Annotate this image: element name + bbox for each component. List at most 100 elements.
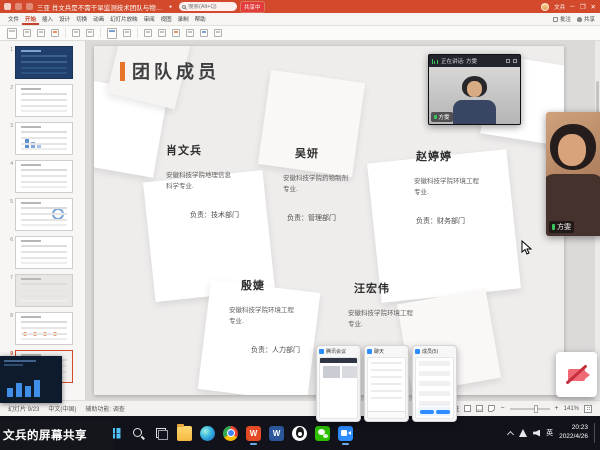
thumbnail-row: 3 (6, 122, 85, 155)
slide-thumbnail-6[interactable] (15, 236, 73, 269)
camera-off-popup[interactable] (556, 352, 597, 397)
cut-icon[interactable] (23, 29, 31, 37)
input-language-indicator[interactable]: 英 (546, 428, 553, 438)
speaker-video: 方雯 (429, 67, 520, 124)
wps-icon[interactable] (246, 426, 261, 441)
redo-icon[interactable] (86, 29, 94, 37)
find-icon[interactable] (214, 29, 222, 37)
member-duty: 负责：技术部门 (190, 210, 250, 220)
bold-icon[interactable] (158, 29, 166, 37)
zoom-in-button[interactable]: + (555, 405, 559, 412)
preview-title: 成员(5) (422, 348, 438, 355)
slide-thumbnail-7[interactable] (15, 274, 73, 307)
network-icon[interactable] (519, 429, 527, 437)
format-painter-icon[interactable] (51, 29, 59, 37)
member-name: 肖文兵 (166, 142, 250, 158)
share-button[interactable]: 共享 (577, 15, 595, 23)
member-name: 赵婷婷 (416, 148, 498, 164)
team-member-2: 吴妍 安徽科技学院药物制剂专业. 负责：管理部门 (283, 145, 367, 223)
zoom-slider-knob[interactable] (534, 405, 538, 413)
save-icon[interactable] (15, 3, 22, 10)
language-indicator[interactable]: 中文(中国) (48, 404, 76, 413)
tab-animations[interactable]: 动画 (90, 13, 107, 25)
member-major: 安徽科技学院环境工程专业. (414, 176, 484, 198)
comment-icon (553, 17, 558, 22)
new-slide-icon[interactable] (107, 28, 117, 39)
tab-insert[interactable]: 插入 (39, 13, 56, 25)
copy-icon[interactable] (37, 29, 45, 37)
slide-thumbnail-2[interactable] (15, 84, 73, 117)
maximize-button[interactable]: ❐ (580, 3, 586, 11)
user-avatar[interactable] (541, 3, 549, 11)
speaker-window-title: 正在讲话: 方雯 (441, 57, 477, 65)
wechat-icon[interactable] (315, 426, 330, 441)
normal-view-icon[interactable] (464, 405, 471, 412)
layout-icon[interactable] (123, 29, 131, 37)
word-icon[interactable] (269, 426, 284, 441)
show-desktop-button[interactable] (594, 423, 597, 443)
edge-icon[interactable] (200, 426, 215, 441)
tab-slideshow[interactable]: 幻灯片放映 (107, 13, 141, 25)
search-box[interactable] (179, 2, 237, 11)
accessibility-status[interactable]: 辅助功能: 调查 (85, 404, 124, 413)
thumb-deco (25, 138, 29, 150)
zoom-slider[interactable] (510, 408, 550, 410)
meeting-status-badge[interactable]: 共享中 (241, 2, 264, 12)
slide-thumbnail-3[interactable] (15, 122, 73, 155)
snapshot-deco (368, 411, 405, 418)
popout-icon[interactable] (506, 59, 510, 63)
autosave-icon[interactable] (4, 3, 11, 10)
task-view-icon[interactable] (154, 426, 169, 441)
paste-icon[interactable] (7, 28, 17, 39)
window-preview-members[interactable]: 成员(5) (412, 345, 457, 422)
tray-chevron-icon[interactable] (507, 430, 514, 437)
meeting-speaker-window[interactable]: 正在讲话: 方雯 方雯 (428, 54, 521, 125)
qq-icon[interactable] (292, 426, 307, 441)
tray-clock[interactable]: 20:23 2022/4/26 (559, 424, 588, 442)
tab-review[interactable]: 审阅 (141, 13, 158, 25)
window-preview-meeting[interactable]: 腾讯会议 (316, 345, 361, 422)
align-icon[interactable] (186, 29, 194, 37)
zoom-out-button[interactable]: − (500, 405, 504, 412)
shapes-icon[interactable] (200, 29, 208, 37)
tab-design[interactable]: 设计 (56, 13, 73, 25)
chrome-icon[interactable] (223, 426, 238, 441)
close-button[interactable]: ✕ (591, 3, 596, 11)
volume-icon[interactable] (533, 430, 540, 437)
slide-thumbnail-1[interactable] (15, 46, 73, 79)
file-explorer-icon[interactable] (177, 426, 192, 441)
screen-share-banner-text: 文兵的屏幕共享 (3, 427, 87, 443)
slideshow-view-icon[interactable] (488, 405, 495, 412)
undo-icon[interactable] (72, 29, 80, 37)
slide-title-block: 团队成员 (120, 58, 220, 84)
slide-number: 6 (6, 236, 13, 243)
tencent-meeting-icon[interactable] (338, 426, 353, 441)
minimize-button[interactable]: ─ (570, 3, 575, 10)
close-icon[interactable] (513, 59, 517, 63)
member-major: 安徽科技学院环境工程专业. (229, 305, 299, 327)
fit-to-window-icon[interactable] (584, 405, 592, 413)
tab-help[interactable]: 帮助 (192, 13, 209, 25)
font-icon[interactable] (144, 29, 152, 37)
search-icon[interactable] (131, 426, 146, 441)
tab-transitions[interactable]: 切换 (73, 13, 90, 25)
tab-record[interactable]: 录制 (175, 13, 192, 25)
slide-indicator[interactable]: 幻灯片 9/23 (8, 404, 39, 413)
comments-button[interactable]: 批注 (553, 15, 571, 23)
shared-screen-preview[interactable] (0, 356, 62, 403)
undo-icon[interactable] (26, 3, 33, 10)
tab-view[interactable]: 视图 (158, 13, 175, 25)
thumbnail-row: 1 (6, 46, 85, 79)
zoom-level[interactable]: 141% (564, 406, 579, 412)
tab-file[interactable]: 文件 (5, 13, 22, 25)
text-color-icon[interactable] (172, 29, 180, 37)
slide-sorter-view-icon[interactable] (476, 405, 483, 412)
window-preview-chat[interactable]: 聊天 (364, 345, 409, 422)
slide-thumbnail-5[interactable] (15, 198, 73, 231)
team-member-5: 汪宏伟 安徽科技学院环境工程专业. (348, 280, 432, 348)
meeting-video-tile[interactable]: 方雯 (546, 112, 600, 236)
slide-thumbnail-4[interactable] (15, 160, 73, 193)
search-input[interactable] (188, 4, 234, 10)
tab-home[interactable]: 开始 (22, 13, 39, 25)
slide-thumbnail-8[interactable] (15, 312, 73, 345)
